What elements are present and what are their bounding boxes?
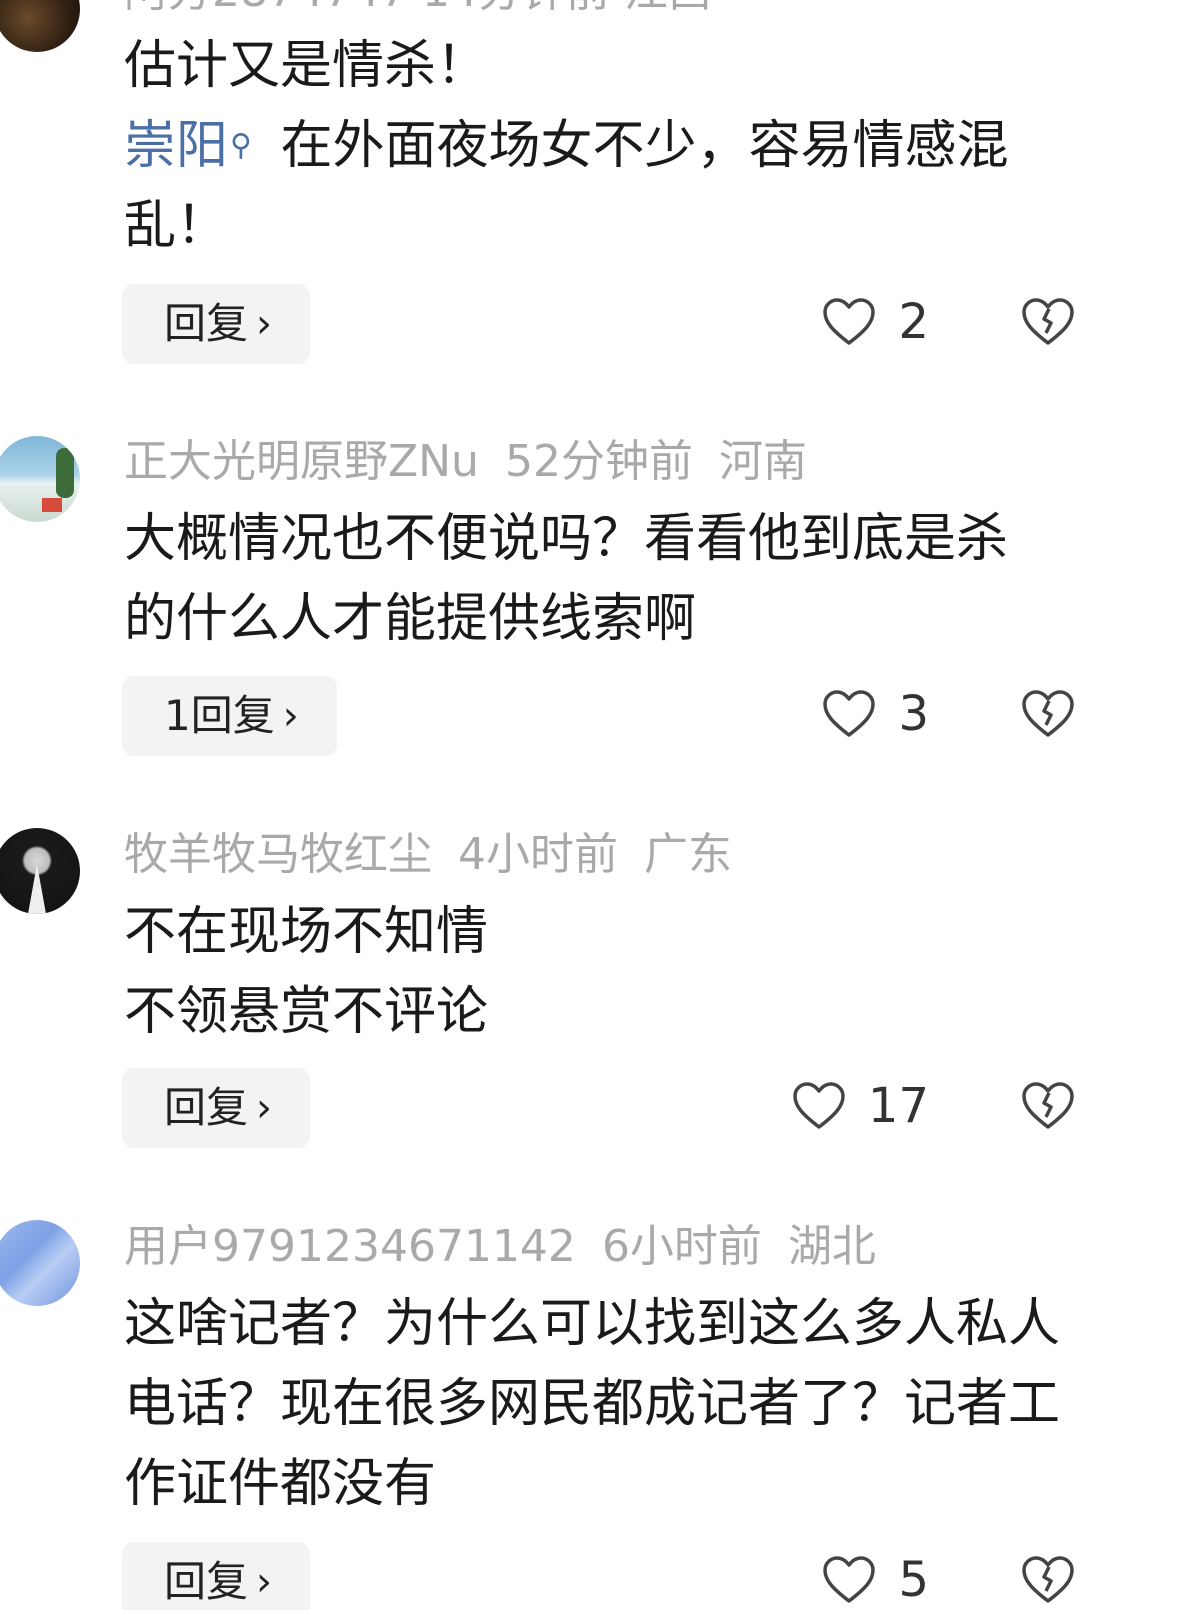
mention-link[interactable]: 崇阳 [124,116,228,176]
like-button[interactable]: 17 [792,1066,929,1146]
comment-body: 估计又是情杀！ 崇阳⚲ 在外面夜场女不少，容易情感混乱！ [124,26,1104,266]
broken-heart-icon [1022,1556,1074,1603]
comment-text: 不在现场不知情 不领悬赏不评论 [124,902,489,1042]
comment-text: 大概情况也不便说吗？看看他到底是杀的什么人才能提供线索啊 [124,509,1009,649]
broken-heart-icon [1022,298,1074,345]
reply-button[interactable]: 回复 › [122,284,311,364]
username[interactable]: 正大光明原野ZNu [124,436,479,487]
comment-body: 大概情况也不便说吗？看看他到底是杀的什么人才能提供线索啊 [124,499,1054,659]
reply-label: 回复 [164,1557,249,1606]
location: 湖北 [787,1221,876,1272]
timestamp: 52分钟前 [504,436,693,487]
comment-meta-partial: 阿芳2874747 14分钟前 江西 [124,0,738,22]
comment-body: 这啥记者？为什么可以找到这么多人私人电话？现在很多网民都成记者了？记者工作证件都… [124,1284,1104,1524]
comment-meta: 牧羊牧马牧红尘 4小时前 广东 [124,825,758,885]
avatar[interactable] [0,436,80,522]
dislike-button[interactable] [1018,1066,1078,1146]
like-count: 17 [867,1078,929,1134]
comment-meta: 用户9791234671142 6小时前 湖北 [124,1217,902,1277]
reply-label: 回复 [164,1083,249,1132]
username[interactable]: 牧羊牧马牧红尘 [124,829,432,880]
comment-text: 估计又是情杀！ [124,36,489,96]
heart-outline-icon [823,1556,876,1603]
like-count: 5 [898,1552,929,1608]
broken-heart-icon [1022,1082,1074,1129]
broken-heart-icon [1022,690,1074,737]
timestamp: 4小时前 [458,829,618,880]
reply-button[interactable]: 回复 › [122,1542,311,1610]
reply-label: 回复 [164,299,249,348]
dislike-button[interactable] [1018,1540,1078,1610]
chevron-right-icon: › [256,1559,273,1605]
username[interactable]: 用户9791234671142 [124,1221,576,1272]
comment-meta: 正大光明原野ZNu 52分钟前 河南 [124,432,833,492]
like-count: 2 [898,294,929,350]
like-button[interactable]: 2 [822,282,929,362]
avatar[interactable] [0,0,80,52]
dislike-button[interactable] [1018,282,1078,362]
location: 广东 [644,829,732,880]
dislike-button[interactable] [1018,674,1078,754]
chevron-right-icon: › [256,1085,273,1131]
timestamp: 6小时前 [601,1221,762,1272]
reply-button[interactable]: 1回复 › [122,676,337,756]
location: 河南 [718,436,807,487]
avatar[interactable] [0,828,80,914]
comment-text: 这啥记者？为什么可以找到这么多人私人电话？现在很多网民都成记者了？记者工作证件都… [124,1294,1061,1514]
comment-list: 阿芳2874747 14分钟前 江西 估计又是情杀！ 崇阳⚲ 在外面夜场女不少，… [0,0,1181,1610]
comment-body: 不在现场不知情 不领悬赏不评论 [124,892,1104,1052]
partial-header-text: 阿芳2874747 14分钟前 江西 [124,0,712,17]
like-count: 3 [898,686,929,742]
heart-outline-icon [823,690,876,737]
mention-text: 在外面夜场女不少，容易情感混乱！ [124,116,1009,256]
like-button[interactable]: 5 [822,1540,929,1610]
chevron-right-icon: › [256,301,273,347]
search-icon: ⚲ [230,128,252,163]
heart-outline-icon [793,1082,845,1129]
like-button[interactable]: 3 [822,674,929,754]
reply-button[interactable]: 回复 › [122,1068,311,1148]
heart-outline-icon [823,298,876,345]
chevron-right-icon: › [282,693,299,739]
avatar[interactable] [0,1220,80,1306]
reply-label: 1回复 [164,691,275,740]
comment-text-mention-line: 崇阳⚲ 在外面夜场女不少，容易情感混乱！ [124,106,1104,266]
